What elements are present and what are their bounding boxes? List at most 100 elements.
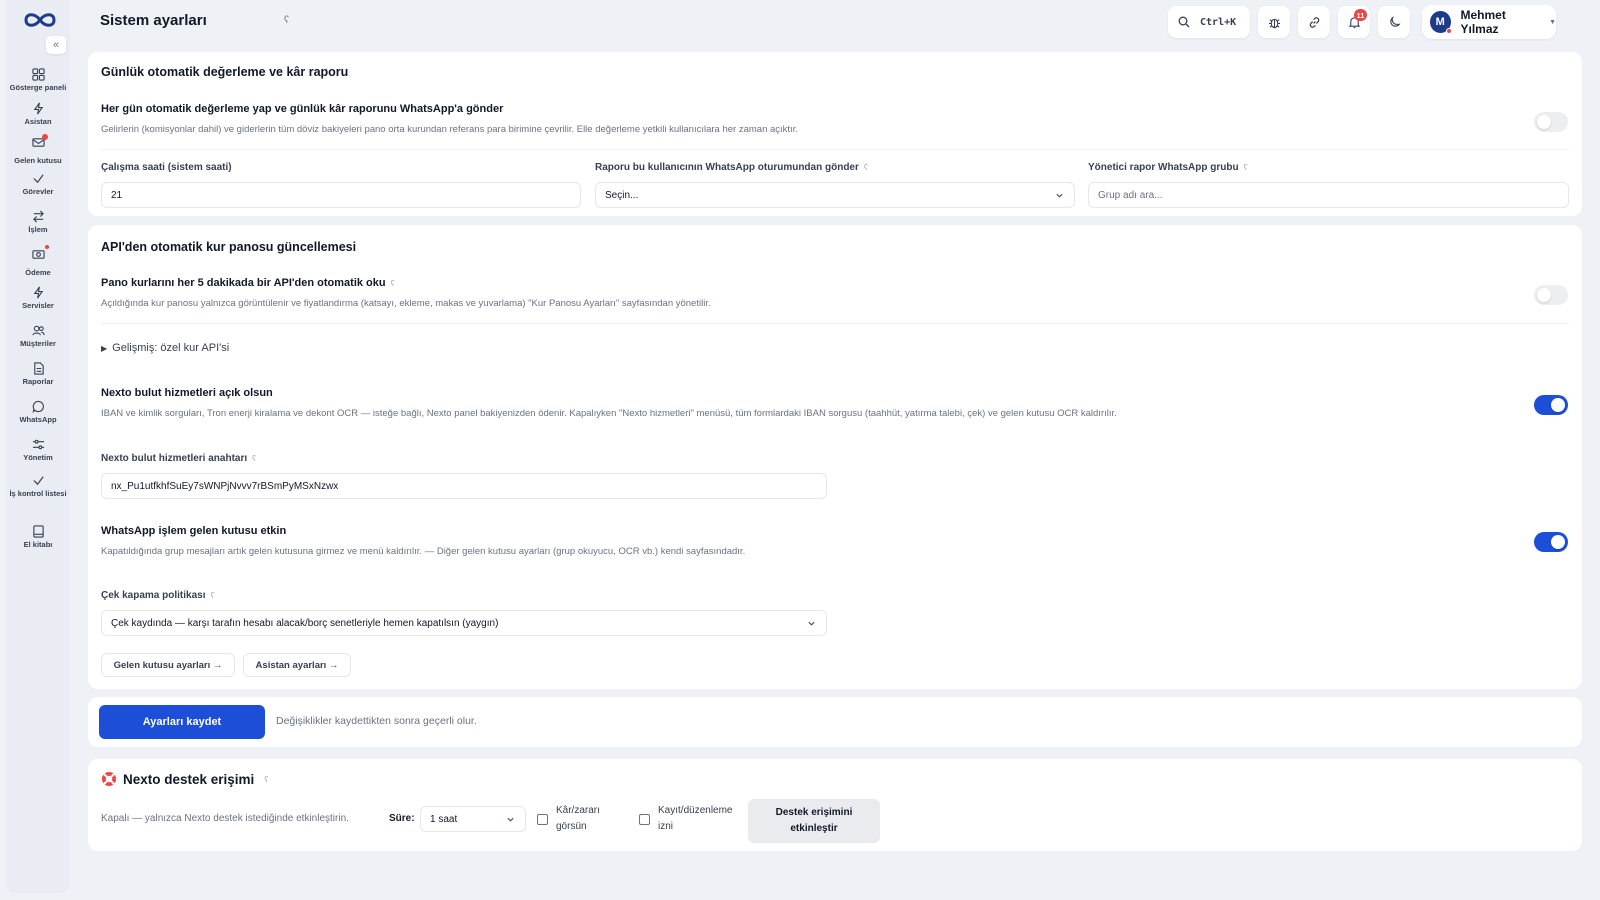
sidebar-item-transactions[interactable]: İşlem: [6, 210, 70, 234]
inbox-settings-button[interactable]: Gelen kutusu ayarları →: [101, 653, 235, 677]
sidebar-item-services[interactable]: Servisler: [6, 286, 70, 310]
book-icon: [32, 525, 44, 538]
group-label: Yönetici rapor WhatsApp grubu ʕ: [1088, 162, 1248, 173]
title-hint-icon[interactable]: ʕ: [284, 15, 289, 26]
duration-select[interactable]: 1 saat: [420, 806, 526, 832]
search-button[interactable]: Ctrl+K: [1168, 6, 1250, 38]
duration-label: Süre:: [389, 813, 415, 824]
sidebar-item-tasks[interactable]: Görevler: [6, 172, 70, 196]
notifications-button[interactable]: 11: [1338, 6, 1370, 38]
sender-select-value: Seçin...: [605, 189, 639, 201]
sidebar-item-inbox[interactable]: Gelen kutusu: [6, 134, 70, 165]
daily-report-toggle[interactable]: [1534, 112, 1568, 132]
info-icon[interactable]: ʕ: [211, 591, 215, 600]
setting-title: WhatsApp işlem gelen kutusu etkin: [101, 525, 287, 537]
alert-dot: [44, 245, 49, 249]
support-title: Nexto destek erişimi: [123, 771, 255, 787]
info-icon[interactable]: ʕ: [264, 775, 268, 784]
sidebar-item-payment[interactable]: Ödeme: [6, 245, 70, 277]
hour-label: Çalışma saati (sistem saati): [101, 162, 232, 173]
sidebar-item-label: Asistan: [24, 117, 52, 126]
check-policy-select[interactable]: Çek kaydında — karşı tarafın hesabı alac…: [101, 610, 827, 636]
advanced-api-disclosure[interactable]: ▶ Gelişmiş: özel kur API'si: [101, 342, 229, 354]
users-icon: [31, 325, 45, 336]
sidebar-item-label: İşlem: [28, 225, 48, 234]
duration-value: 1 saat: [430, 813, 458, 825]
hour-input[interactable]: 21: [101, 182, 581, 208]
nexto-key-input[interactable]: nx_Pu1utfkhfSuEy7sWNPjNvvv7rBSmPyMSxNzwx: [101, 473, 827, 499]
bolt-icon: [33, 286, 43, 299]
page-title: Sistem ayarları: [100, 12, 207, 29]
sidebar-item-label: Müşteriler: [20, 339, 56, 348]
edit-permission-label: Kayıt/düzenleme izni: [658, 805, 733, 832]
profit-visibility-checkbox[interactable]: [537, 814, 548, 825]
caret-down-icon: ▼: [1549, 18, 1556, 26]
setting-title: Her gün otomatik değerleme yap ve günlük…: [101, 103, 504, 115]
avatar: M: [1430, 11, 1452, 34]
report-icon: [33, 362, 44, 375]
sidebar-item-management[interactable]: Yönetim: [6, 438, 70, 462]
chat-icon: [32, 400, 44, 413]
group-search-input[interactable]: Grup adı ara...: [1088, 182, 1569, 208]
sidebar-item-label: Gelen kutusu: [14, 156, 62, 165]
top-header: Sistem ayarları ʕ Ctrl+K 11 M Mehmet Yıl…: [70, 0, 1600, 44]
triangle-right-icon: ▶: [101, 344, 108, 353]
logo-icon[interactable]: [22, 10, 58, 30]
sidebar-item-label: Raporlar: [22, 377, 54, 386]
sidebar-item-label: Ödeme: [25, 268, 51, 277]
sidebar-item-label: Servisler: [22, 301, 54, 310]
debug-button[interactable]: [1258, 6, 1290, 38]
profit-visibility-label: Kâr/zararı görsün: [556, 805, 600, 832]
theme-toggle-button[interactable]: [1378, 6, 1410, 38]
status-dot: [1445, 28, 1452, 34]
sidebar-item-handbook[interactable]: El kitabı: [6, 525, 70, 549]
check-policy-label: Çek kapama politikası ʕ: [101, 590, 215, 601]
sidebar-item-checklist[interactable]: İş kontrol listesi: [6, 474, 70, 498]
link-button[interactable]: [1298, 6, 1330, 38]
section-title: Günlük otomatik değerleme ve kâr raporu: [101, 65, 349, 79]
info-icon[interactable]: ʕ: [391, 279, 395, 288]
support-access-card: Nexto destek erişimi ʕ Kapalı — yalnızca…: [88, 759, 1582, 851]
info-icon[interactable]: ʕ: [252, 454, 256, 463]
dashboard-icon: [31, 68, 45, 81]
sidebar-item-customers[interactable]: Müşteriler: [6, 324, 70, 348]
check-icon: [32, 476, 44, 486]
sidebar-item-label: El kitabı: [23, 540, 53, 549]
bug-icon: [1268, 18, 1280, 28]
key-label: Nexto bulut hizmetleri anahtarı ʕ: [101, 453, 257, 464]
sender-select[interactable]: Seçin...: [595, 182, 1075, 208]
edit-permission-checkbox[interactable]: [639, 814, 650, 825]
support-status: Kapalı — yalnızca Nexto destek istediğin…: [101, 813, 349, 824]
assistant-settings-button[interactable]: Asistan ayarları →: [243, 653, 351, 677]
sidebar-item-reports[interactable]: Raporlar: [6, 362, 70, 386]
double-chevron-left-icon: «: [52, 39, 60, 51]
setting-description: Gelirlerin (komisyonlar dahil) ve giderl…: [101, 124, 798, 135]
info-icon[interactable]: ʕ: [864, 163, 868, 172]
info-icon[interactable]: ʕ: [1244, 163, 1248, 172]
whatsapp-inbox-toggle[interactable]: [1534, 532, 1568, 552]
api-rates-card: API'den otomatik kur panosu güncellemesi…: [88, 225, 1582, 689]
save-settings-button[interactable]: Ayarları kaydet: [99, 705, 265, 739]
check-icon: [32, 174, 44, 184]
divider: [101, 149, 1569, 150]
auto-rates-toggle[interactable]: [1534, 285, 1568, 305]
user-menu-button[interactable]: M Mehmet Yılmaz ▼: [1422, 5, 1556, 39]
nexto-services-toggle[interactable]: [1534, 395, 1568, 415]
notification-count-badge: 11: [1354, 9, 1367, 21]
sidebar-item-label: Gösterge paneli: [9, 83, 67, 92]
collapse-sidebar-button[interactable]: «: [46, 36, 66, 54]
sliders-icon: [32, 439, 44, 450]
setting-title: Nexto bulut hizmetleri açık olsun: [101, 387, 273, 399]
save-note: Değişiklikler kaydettikten sonra geçerli…: [276, 715, 477, 727]
sidebar-item-assistant[interactable]: Asistan: [6, 102, 70, 126]
enable-support-access-button[interactable]: Destek erişimini etkinleştir: [748, 799, 880, 843]
sidebar-item-dashboard[interactable]: Gösterge paneli: [6, 68, 70, 92]
link-icon: [1309, 16, 1319, 28]
chevron-down-icon: [507, 817, 514, 822]
sidebar-item-whatsapp[interactable]: WhatsApp: [6, 400, 70, 424]
chevron-down-icon: [1056, 193, 1063, 198]
transfer-icon: [32, 210, 44, 223]
user-name: Mehmet Yılmaz: [1460, 8, 1506, 36]
daily-report-card: Günlük otomatik değerleme ve kâr raporu …: [88, 52, 1582, 216]
sidebar-item-label: WhatsApp: [19, 415, 57, 424]
